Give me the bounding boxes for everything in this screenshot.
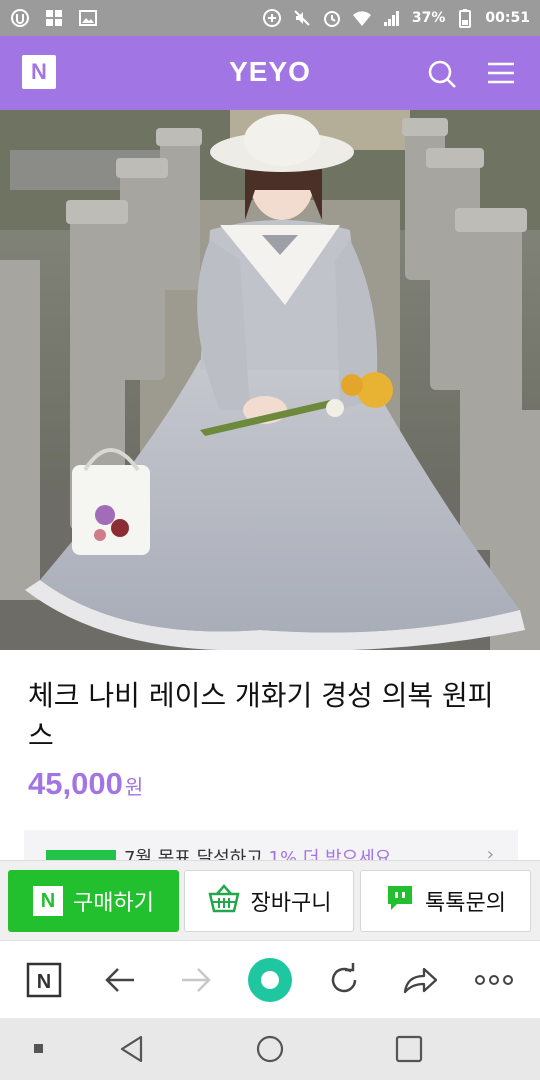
promo-text-highlight: 1% 더 받으세요	[268, 848, 392, 860]
system-home-icon[interactable]	[253, 1032, 287, 1066]
gallery-notification-icon	[78, 8, 98, 28]
promo-banner[interactable]: 7월 목표 달성하고 1% 더 받으세요 ›	[24, 830, 518, 860]
naver-logo-button[interactable]: N	[22, 55, 56, 89]
store-title: YEYO	[229, 56, 311, 87]
battery-percent: 37%	[411, 10, 446, 26]
system-nav-bar	[0, 1018, 540, 1080]
promo-text-main: 7월 목표 달성하고	[124, 848, 269, 860]
purchase-action-bar: N 구매하기 장바구니 톡톡문의	[0, 860, 540, 940]
promo-badge	[46, 850, 116, 860]
cart-label: 장바구니	[250, 891, 332, 916]
app-notification-icon	[10, 8, 30, 28]
search-icon[interactable]	[426, 58, 458, 90]
system-back-icon[interactable]	[115, 1032, 149, 1066]
price-amount: 45,000	[28, 766, 123, 801]
wifi-icon	[352, 8, 372, 28]
logo-letter: N	[31, 59, 47, 84]
green-dot-button[interactable]	[247, 957, 293, 1003]
buy-label: 구매하기	[73, 891, 154, 916]
price-currency: 원	[124, 777, 144, 799]
back-arrow-icon[interactable]	[97, 957, 143, 1003]
status-bar: 37% 00:51	[0, 0, 540, 36]
basket-icon	[207, 883, 241, 919]
app-header: N YEYO	[0, 36, 540, 110]
promo-text: 7월 목표 달성하고 1% 더 받으세요	[124, 844, 391, 860]
browser-home-button[interactable]: N	[21, 957, 67, 1003]
product-photo	[0, 110, 540, 650]
browser-toolbar: N	[0, 940, 540, 1018]
refresh-icon[interactable]	[321, 957, 367, 1003]
buy-button[interactable]: N 구매하기	[8, 870, 179, 932]
alarm-icon	[322, 8, 342, 28]
buy-logo-letter: N	[40, 889, 56, 912]
menu-icon[interactable]	[486, 60, 516, 86]
naver-pay-icon: N	[33, 886, 64, 916]
grid-notification-icon	[44, 8, 64, 28]
battery-icon	[455, 8, 475, 28]
mute-icon	[292, 8, 312, 28]
recent-dot-icon[interactable]	[22, 1032, 56, 1066]
more-icon[interactable]	[471, 957, 517, 1003]
data-saver-icon	[262, 8, 282, 28]
talk-inquiry-button[interactable]: 톡톡문의	[360, 870, 531, 932]
signal-icon	[382, 8, 402, 28]
clock: 00:51	[485, 10, 530, 26]
cart-button[interactable]: 장바구니	[184, 870, 354, 932]
product-title: 체크 나비 레이스 개화기 경성 의복 원피스	[28, 679, 494, 752]
chevron-right-icon: ›	[486, 844, 494, 860]
browser-home-letter: N	[37, 971, 51, 993]
product-price: 45,000 원	[28, 766, 143, 802]
chat-icon	[385, 883, 415, 919]
system-recents-icon[interactable]	[392, 1032, 426, 1066]
share-icon[interactable]	[397, 957, 443, 1003]
product-image-carousel[interactable]	[0, 110, 540, 650]
talk-label: 톡톡문의	[425, 891, 506, 916]
forward-arrow-icon[interactable]	[173, 957, 219, 1003]
